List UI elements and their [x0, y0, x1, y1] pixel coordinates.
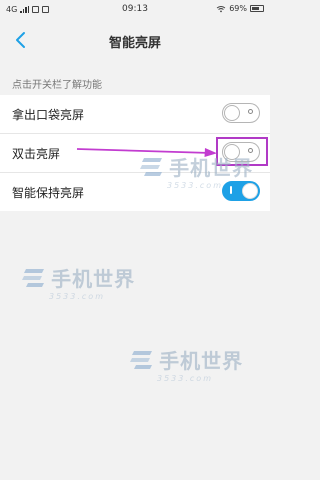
section-hint: 点击开关栏了解功能	[12, 80, 102, 91]
watermark: 手机世界 3533.com	[22, 263, 135, 301]
watermark-site: 3533.com	[157, 374, 213, 383]
watermark-brand: 手机世界	[159, 349, 244, 373]
toggle-knob	[224, 105, 240, 121]
toggle-off-mark-icon	[248, 109, 253, 114]
watermark-site: 3533.com	[167, 181, 223, 190]
watermark: 手机世界 3533.com	[130, 345, 243, 383]
status-right: 69%	[216, 4, 264, 13]
watermark-brand: 手机世界	[169, 156, 254, 180]
battery-percent: 69%	[229, 4, 247, 13]
watermark-logo-icon	[22, 268, 44, 287]
setting-label: 拿出口袋亮屏	[12, 108, 85, 122]
watermark-logo-icon	[130, 350, 152, 369]
setting-label: 智能保持亮屏	[12, 186, 85, 200]
status-bar: 4G 09:13 69%	[0, 0, 270, 20]
setting-label: 双击亮屏	[12, 147, 61, 161]
nav-bar: 智能亮屏	[0, 20, 270, 60]
wifi-icon	[216, 5, 226, 12]
setting-row-pocket-wake[interactable]: 拿出口袋亮屏	[0, 95, 270, 134]
page-title: 智能亮屏	[108, 36, 161, 51]
battery-icon	[250, 5, 264, 12]
watermark-site: 3533.com	[49, 292, 105, 301]
pocket-wake-toggle[interactable]	[222, 103, 260, 123]
watermark: 手机世界 3533.com	[140, 152, 253, 190]
watermark-logo-icon	[140, 157, 162, 176]
watermark-brand: 手机世界	[51, 267, 136, 291]
